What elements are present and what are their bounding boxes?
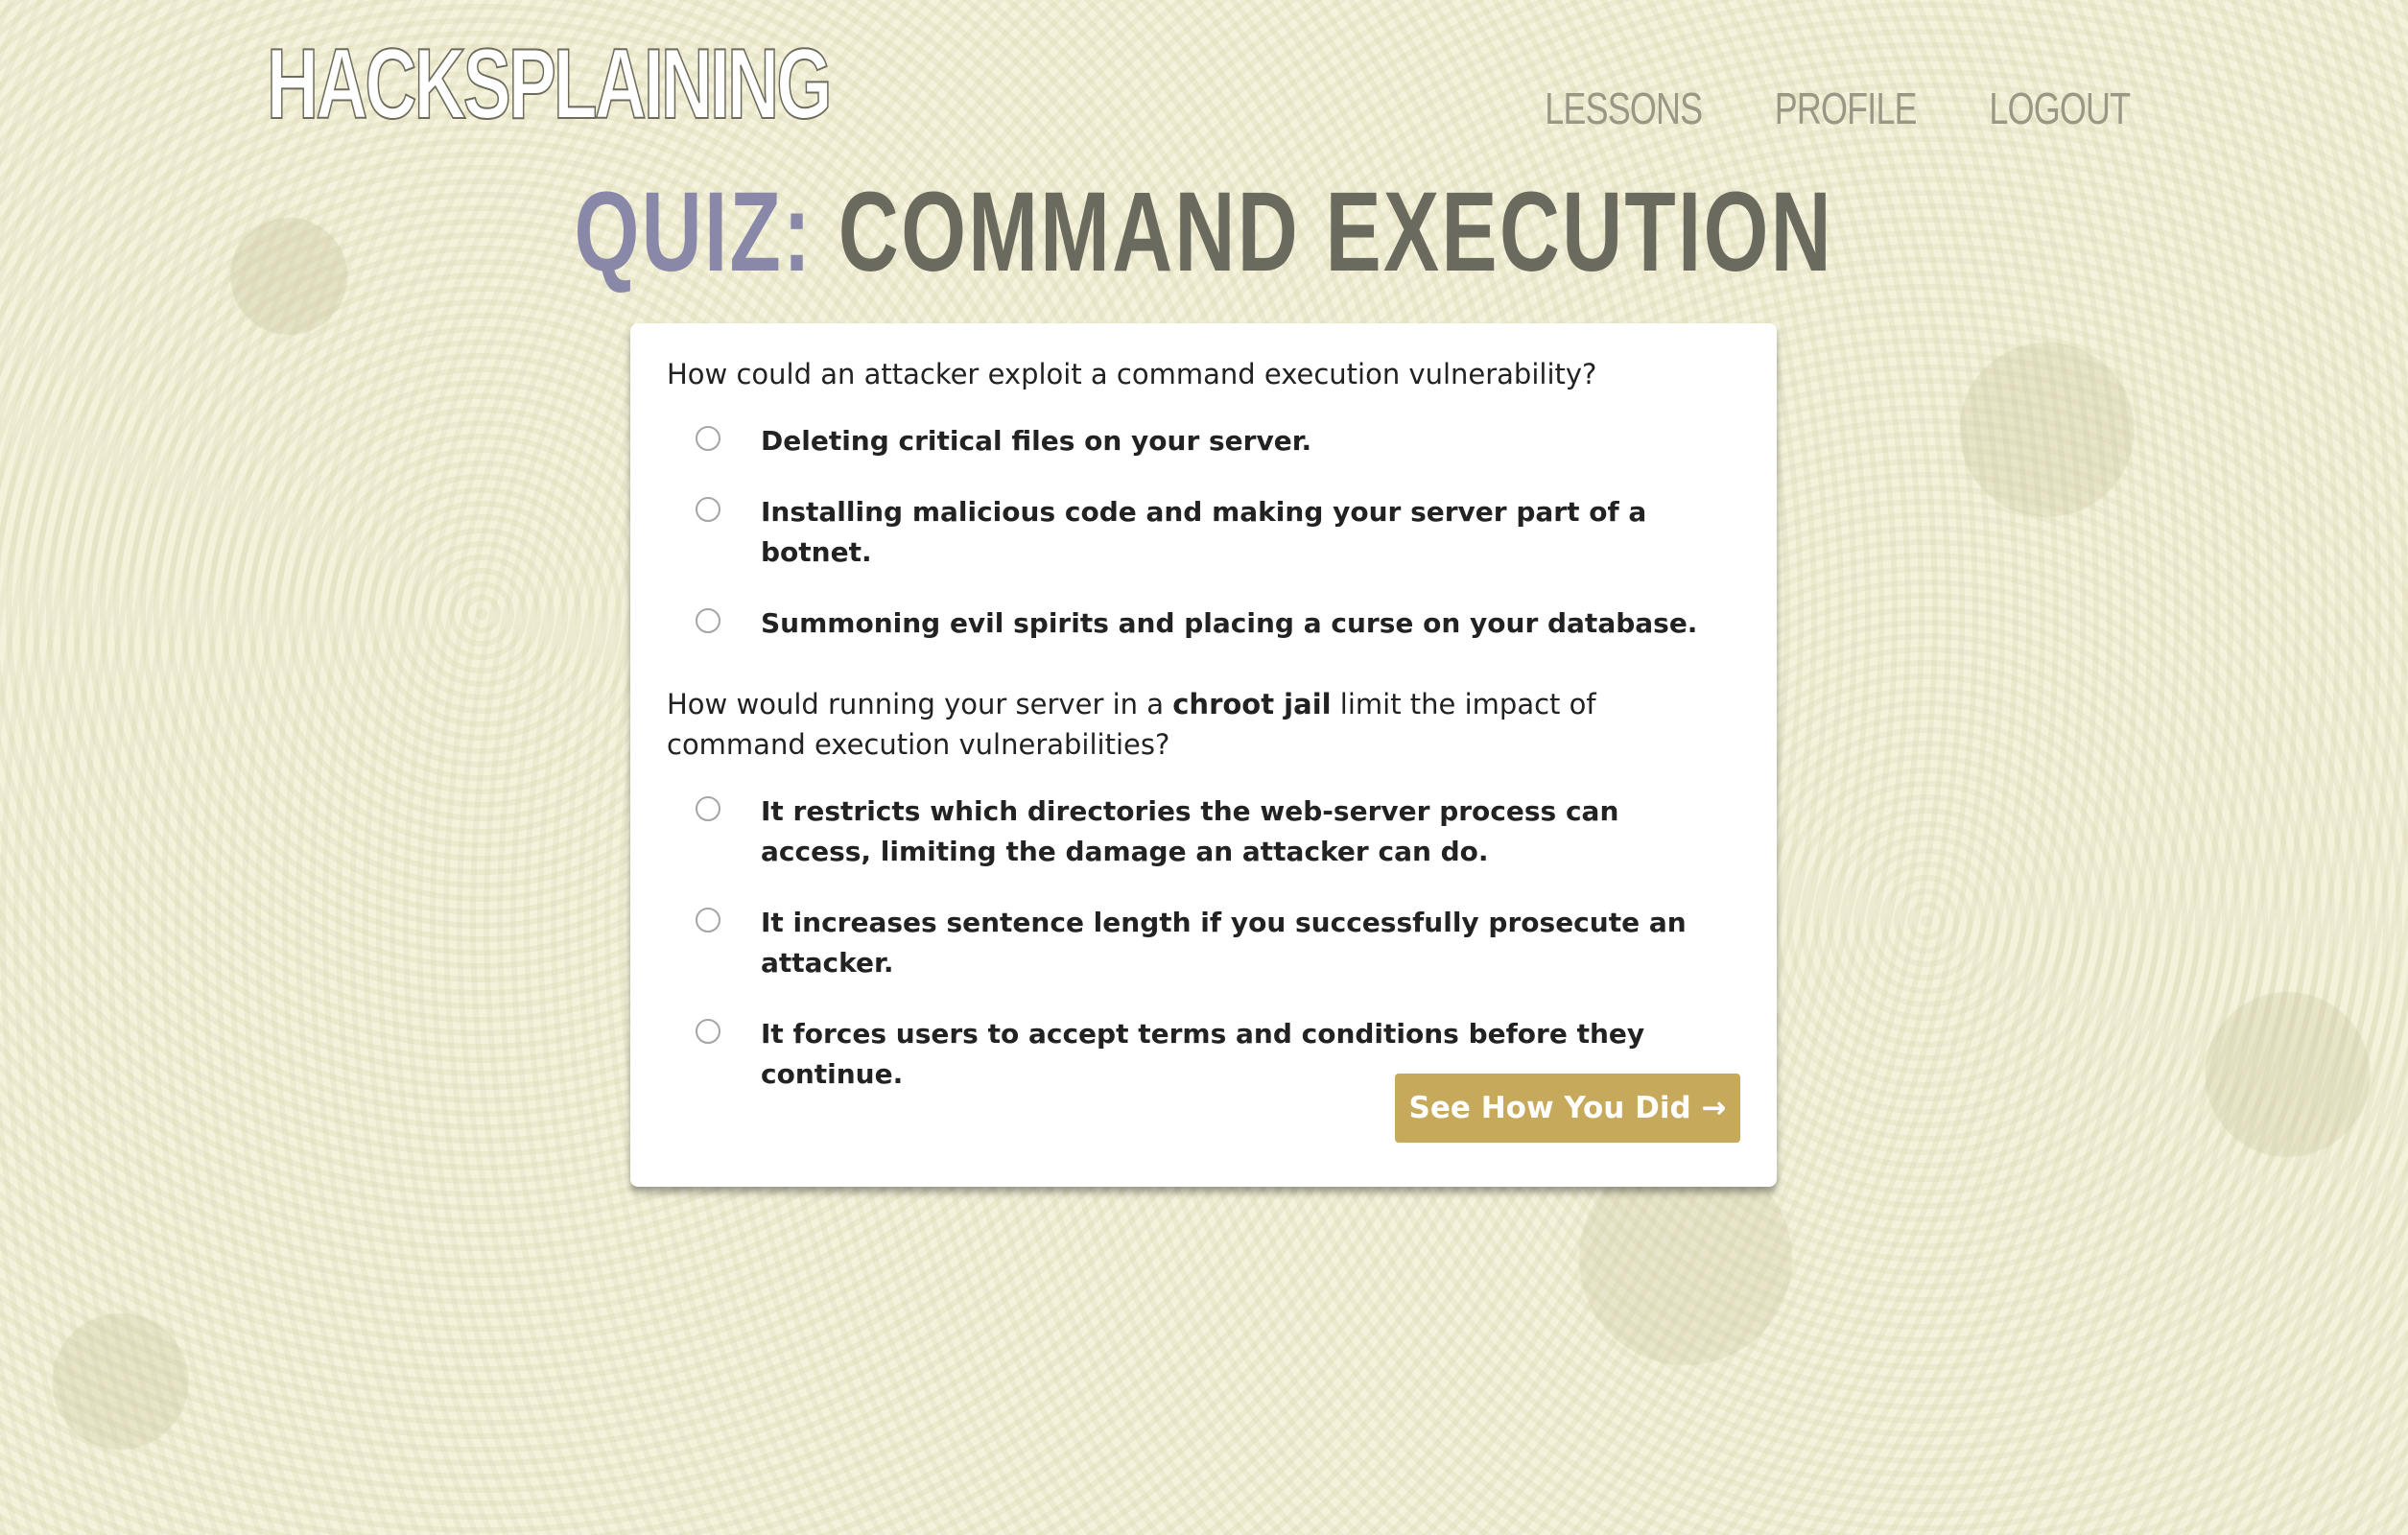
question-1-options: Deleting critical files on your server. …: [667, 421, 1740, 644]
radio-button[interactable]: [696, 908, 720, 933]
answer-label[interactable]: Installing malicious code and making you…: [761, 492, 1711, 573]
answer-option: It restricts which directories the web-s…: [667, 791, 1740, 872]
see-how-you-did-button[interactable]: See How You Did →: [1395, 1074, 1740, 1143]
radio-button[interactable]: [696, 1019, 720, 1044]
answer-label[interactable]: It restricts which directories the web-s…: [761, 791, 1711, 872]
question-2-text-start: How would running your server in a: [667, 688, 1173, 720]
question-2-emphasis: chroot jail: [1172, 688, 1332, 720]
question-2-options: It restricts which directories the web-s…: [667, 791, 1740, 1095]
top-nav: LESSONS PROFILE LOGOUT: [1500, 83, 2131, 134]
question-2: How would running your server in a chroo…: [667, 684, 1740, 765]
radio-button[interactable]: [696, 426, 720, 451]
quiz-prefix: QUIZ:: [574, 169, 814, 295]
radio-button[interactable]: [696, 608, 720, 633]
radio-button[interactable]: [696, 497, 720, 522]
answer-option: It increases sentence length if you succ…: [667, 903, 1740, 983]
site-logo[interactable]: HACKSPLAINING: [266, 34, 833, 135]
answer-option: Deleting critical files on your server.: [667, 421, 1740, 461]
question-1: How could an attacker exploit a command …: [667, 358, 1597, 390]
quiz-topic: COMMAND EXECUTION: [838, 169, 1834, 295]
page-title: QUIZ: COMMAND EXECUTION: [0, 173, 2408, 292]
answer-option: Installing malicious code and making you…: [667, 492, 1740, 573]
radio-button[interactable]: [696, 796, 720, 821]
nav-lessons[interactable]: LESSONS: [1545, 83, 1703, 134]
quiz-card: How could an attacker exploit a command …: [630, 323, 1777, 1187]
answer-label[interactable]: Summoning evil spirits and placing a cur…: [761, 603, 1697, 644]
answer-label[interactable]: Deleting critical files on your server.: [761, 421, 1311, 461]
nav-logout[interactable]: LOGOUT: [1989, 83, 2131, 134]
answer-label[interactable]: It increases sentence length if you succ…: [761, 903, 1711, 983]
nav-profile[interactable]: PROFILE: [1775, 83, 1918, 134]
answer-option: Summoning evil spirits and placing a cur…: [667, 603, 1740, 644]
